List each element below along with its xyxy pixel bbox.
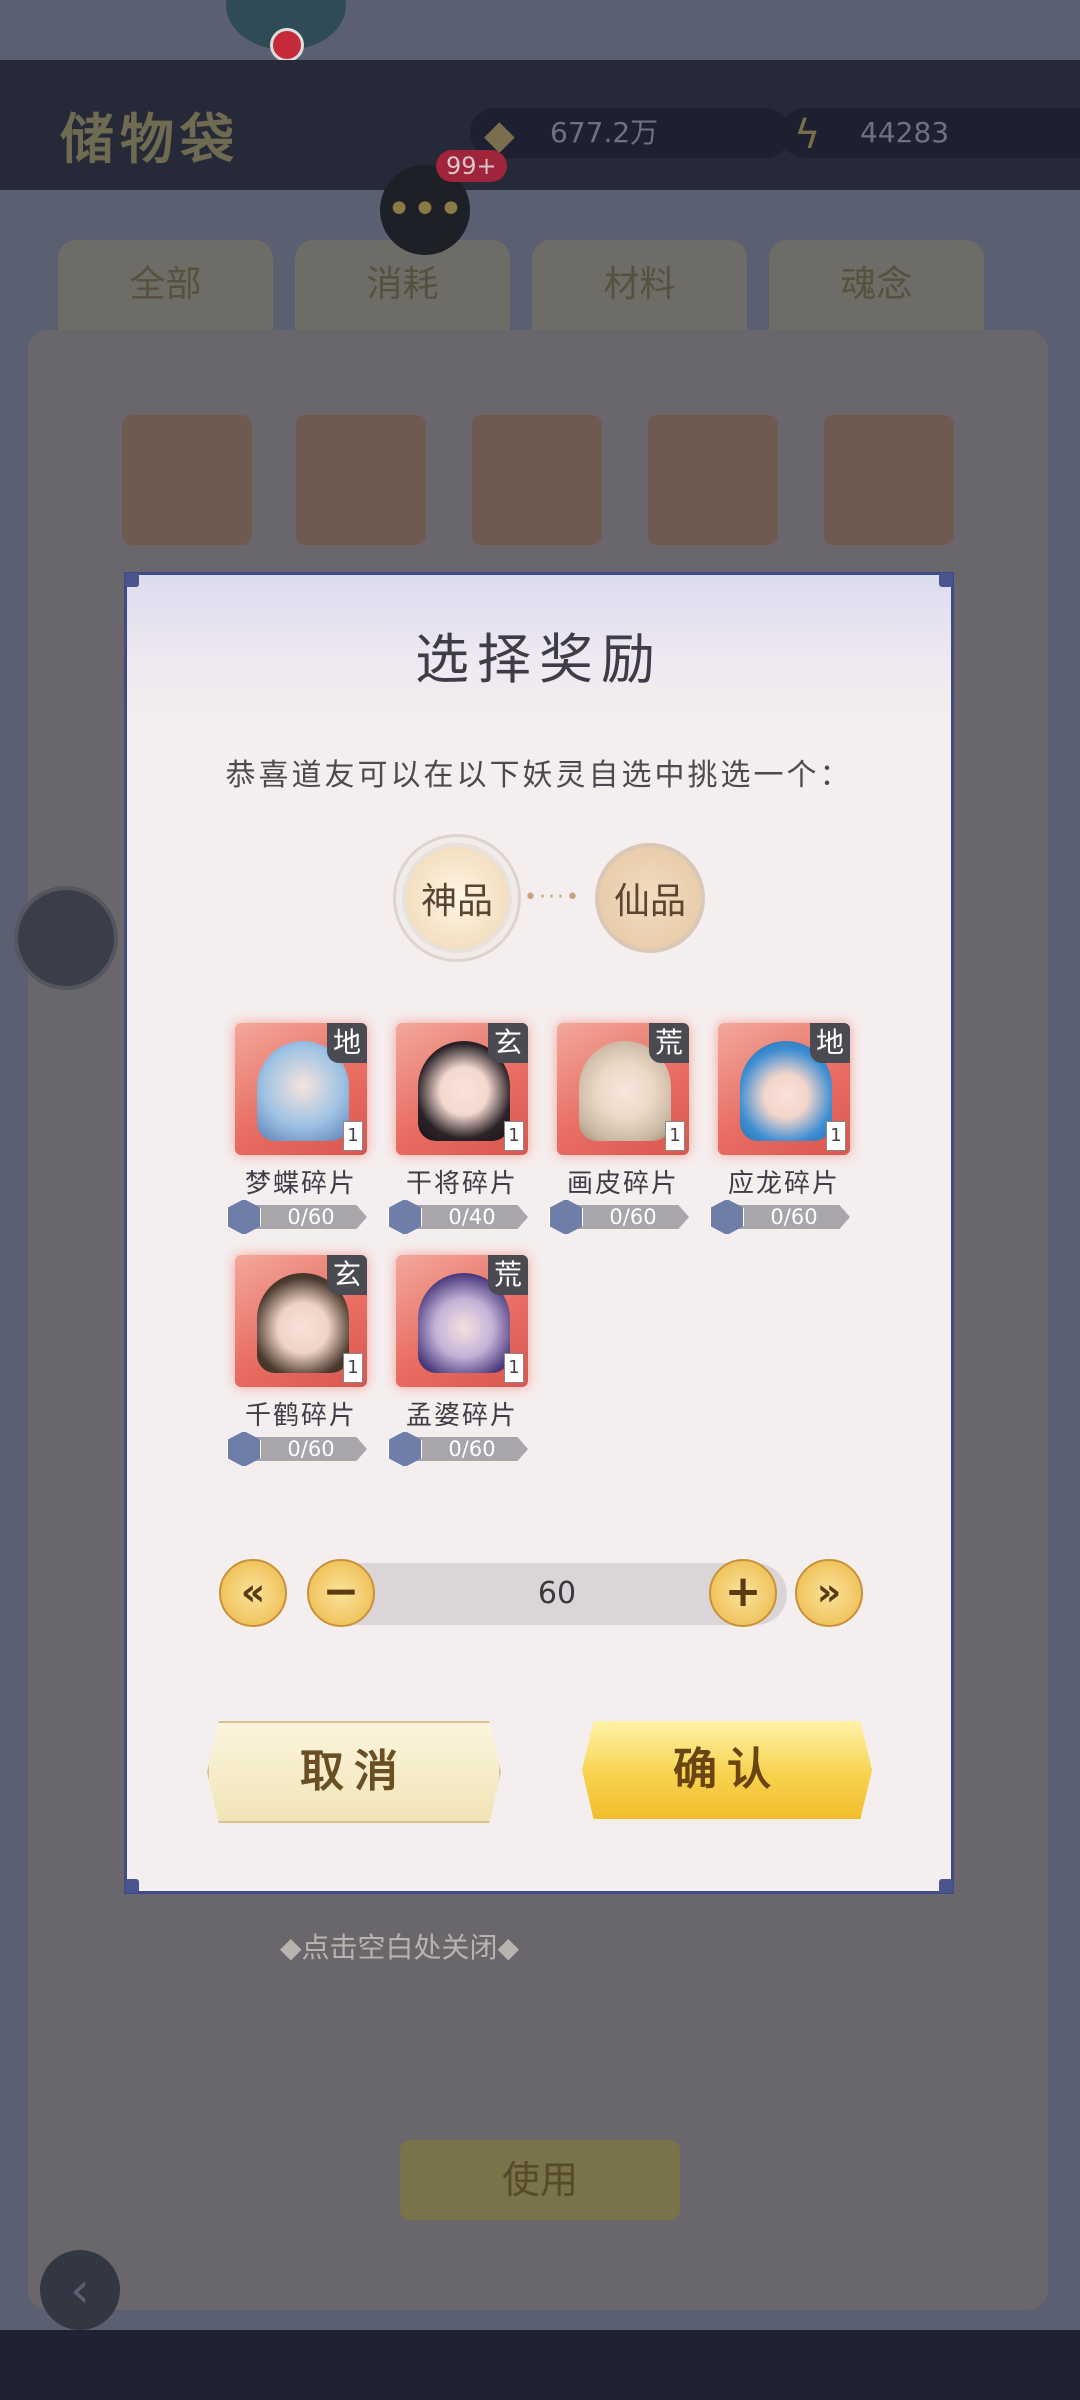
inventory-item <box>122 415 252 545</box>
resource-1-value: 677.2万 <box>550 116 659 149</box>
page-title: 储物袋 <box>60 108 240 171</box>
instruction-text: 恭喜道友可以在以下妖灵自选中挑选一个： <box>225 758 853 793</box>
cancel-button[interactable]: 取消 <box>207 1721 501 1823</box>
item-name: 孟婆碎片 <box>405 1401 518 1431</box>
star-count: 1 <box>343 1353 363 1383</box>
tier-tag: 荒 <box>488 1255 528 1295</box>
inventory-item <box>824 415 954 545</box>
shard-icon <box>549 1199 583 1235</box>
shard-icon <box>227 1431 261 1467</box>
progress-text: 0/60 <box>609 1205 657 1229</box>
notification-dot <box>270 28 304 62</box>
shard-icon <box>710 1199 744 1235</box>
reward-selection-dialog: 选择奖励 恭喜道友可以在以下妖灵自选中挑选一个： 神品 •···• 仙品 地 1… <box>124 572 954 1894</box>
tier-tag: 玄 <box>488 1023 528 1063</box>
inventory-item <box>296 415 426 545</box>
character-portrait: 地 1 <box>235 1023 367 1155</box>
character-portrait: 荒 1 <box>396 1255 528 1387</box>
tab-all: 全部 <box>58 240 273 330</box>
tier-tag: 荒 <box>649 1023 689 1063</box>
item-name: 应龙碎片 <box>727 1169 840 1199</box>
resource-counter-1: ◆ 677.2万 <box>470 108 790 158</box>
corner-ornament <box>939 1879 953 1893</box>
star-count: 1 <box>343 1121 363 1151</box>
shard-icon <box>388 1431 422 1467</box>
back-arrow-icon: ‹ <box>40 2250 120 2330</box>
character-portrait: 地 1 <box>718 1023 850 1155</box>
tier-tag: 地 <box>810 1023 850 1063</box>
corner-ornament <box>125 1879 139 1893</box>
star-count: 1 <box>504 1353 524 1383</box>
resource-2-value: 44283 <box>860 116 950 149</box>
tab-consumable: 消耗 <box>295 240 510 330</box>
corner-ornament <box>939 573 953 587</box>
max-quantity-button[interactable]: » <box>795 1559 863 1627</box>
confirm-button[interactable]: 确认 <box>582 1721 872 1819</box>
close-hint[interactable]: ◆点击空白处关闭◆ <box>280 1926 519 1966</box>
item-name: 干将碎片 <box>405 1169 518 1199</box>
item-name: 梦蝶碎片 <box>244 1169 357 1199</box>
bottom-bar <box>0 2330 1080 2400</box>
tier-tag: 地 <box>327 1023 367 1063</box>
grade-connector: •···• <box>524 885 581 910</box>
progress-text: 0/60 <box>770 1205 818 1229</box>
progress-text: 0/60 <box>287 1205 335 1229</box>
shard-icon <box>227 1199 261 1235</box>
lightning-icon: ϟ <box>794 112 821 158</box>
corner-ornament <box>125 573 139 587</box>
progress-text: 0/60 <box>287 1437 335 1461</box>
grade-tab-immortal[interactable]: 仙品 <box>595 843 705 953</box>
character-portrait: 玄 1 <box>235 1255 367 1387</box>
progress-text: 0/40 <box>448 1205 496 1229</box>
tab-material: 材料 <box>532 240 747 330</box>
character-portrait: 玄 1 <box>396 1023 528 1155</box>
chat-badge: 99+ <box>436 150 507 182</box>
decrease-button[interactable]: − <box>307 1559 375 1627</box>
dialog-title: 选择奖励 <box>415 628 663 691</box>
avatar <box>14 886 118 990</box>
resource-counter-2: ϟ 44283 <box>780 108 1080 158</box>
star-count: 1 <box>665 1121 685 1151</box>
item-name: 画皮碎片 <box>566 1169 679 1199</box>
item-name: 千鹤碎片 <box>244 1401 357 1431</box>
use-button: 使用 <box>400 2140 680 2220</box>
inventory-item <box>472 415 602 545</box>
star-count: 1 <box>826 1121 846 1151</box>
tab-soul: 魂念 <box>769 240 984 330</box>
character-portrait: 荒 1 <box>557 1023 689 1155</box>
tier-tag: 玄 <box>327 1255 367 1295</box>
grade-tab-divine[interactable]: 神品 <box>402 843 512 953</box>
progress-text: 0/60 <box>448 1437 496 1461</box>
star-count: 1 <box>504 1121 524 1151</box>
shard-icon <box>388 1199 422 1235</box>
increase-button[interactable]: + <box>709 1559 777 1627</box>
min-quantity-button[interactable]: « <box>219 1559 287 1627</box>
inventory-item <box>648 415 778 545</box>
